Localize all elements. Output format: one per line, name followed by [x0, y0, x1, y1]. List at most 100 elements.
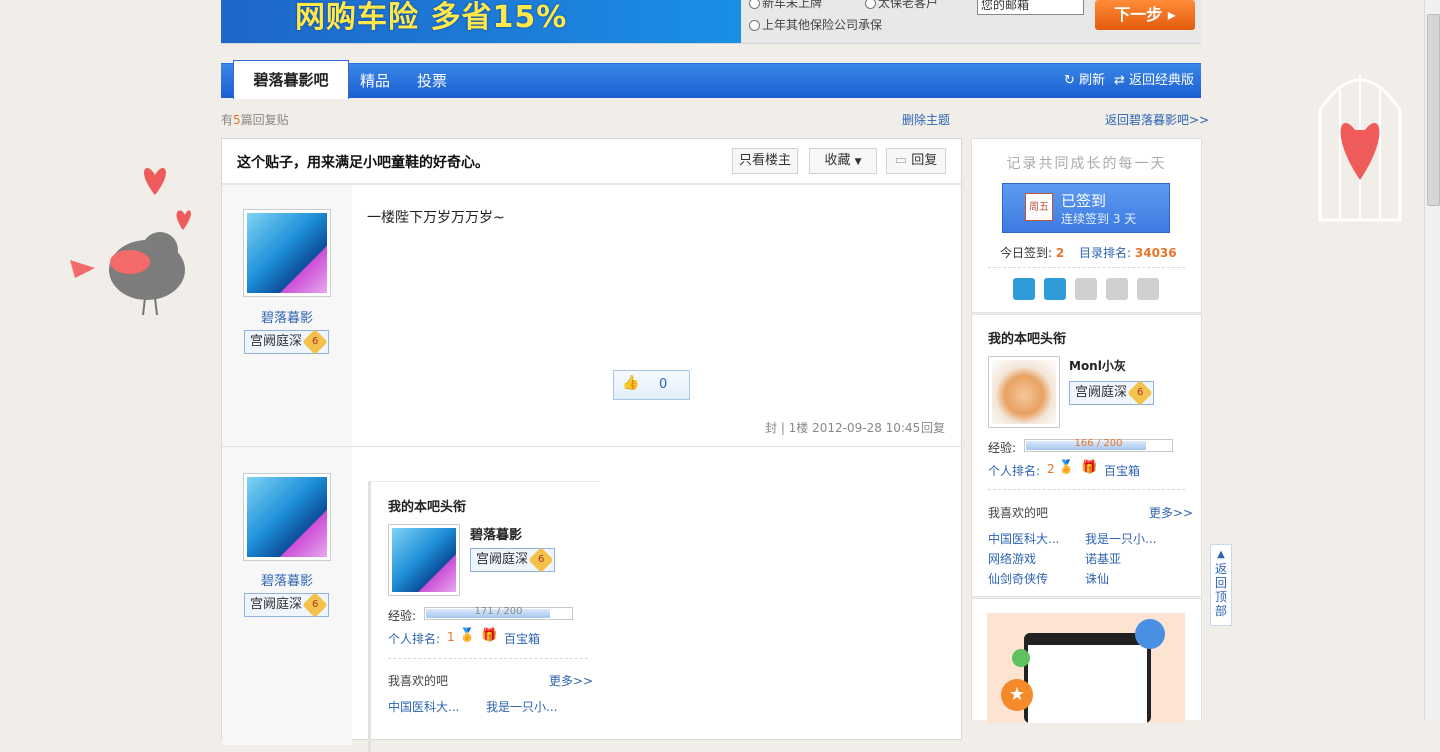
liked-forum-link[interactable]: 诛仙	[1085, 570, 1109, 587]
banner-next-button[interactable]: 下一步 ▸	[1095, 0, 1195, 30]
star-app-icon[interactable]	[1106, 278, 1128, 300]
classic-version-button[interactable]: ⇄ 返回经典版	[1114, 64, 1194, 98]
arrow-up-icon: ▲	[1217, 549, 1225, 560]
thumbs-up-icon: 👍	[622, 375, 640, 391]
level-badge-icon: 6	[302, 591, 328, 618]
thread-title: 这个贴子，用来满足小吧童鞋的好奇心。	[237, 155, 489, 171]
post-meta: 封 | 1楼 2012-09-28 10:45	[765, 421, 921, 435]
exp-label: 经验:	[988, 441, 1017, 455]
tab-featured[interactable]: 精品	[360, 64, 390, 98]
blog-app-icon[interactable]	[1075, 278, 1097, 300]
thread-title-bar: 这个贴子，用来满足小吧童鞋的好奇心。 只看楼主 收藏 ▼ ▭ 回复	[222, 139, 961, 185]
title-badge[interactable]: 宫阙庭深 6	[470, 546, 555, 573]
app-promo-image: ★	[987, 613, 1185, 723]
tab-forum-home[interactable]: 碧落暮影吧	[233, 60, 349, 99]
liked-forum-link[interactable]: 中国医科大...	[388, 698, 459, 715]
today-signin: 今日签到: 2	[1000, 246, 1065, 260]
title-badge[interactable]: 宫阙庭深 6	[1069, 379, 1154, 406]
swap-icon: ⇄	[1114, 73, 1130, 88]
gift-icon: 🎁	[481, 628, 498, 643]
divider	[388, 658, 588, 659]
author-name[interactable]: 碧落暮影	[222, 307, 352, 326]
floor-divider	[222, 446, 961, 447]
liked-forum-link[interactable]: 中国医科大...	[988, 530, 1059, 547]
liked-forum-link[interactable]: 网络游戏	[988, 550, 1036, 567]
tab-vote[interactable]: 投票	[417, 64, 447, 98]
title-badge[interactable]: 宫阙庭深 6	[244, 591, 329, 618]
level-badge-icon: 6	[528, 546, 554, 573]
birdcage-decoration	[1318, 75, 1402, 222]
speech-bubble-icon: ▭	[894, 153, 912, 168]
level-badge-icon: 6	[302, 328, 328, 355]
star-icon: ★	[1001, 679, 1033, 711]
exp-text: 171 / 200	[474, 606, 523, 617]
liked-forum-link[interactable]: 我是一只小...	[1085, 530, 1156, 547]
treasure-link[interactable]: 百宝箱	[504, 630, 540, 647]
liked-forum-link[interactable]: 诺基亚	[1085, 550, 1121, 567]
avatar[interactable]	[243, 473, 331, 561]
avatar[interactable]	[243, 209, 331, 297]
card-heading: 我的本吧头衔	[388, 500, 467, 515]
thread-main: 这个贴子，用来满足小吧童鞋的好奇心。 只看楼主 收藏 ▼ ▭ 回复 碧落暮影 宫…	[221, 138, 962, 752]
card-username[interactable]: 碧落暮影	[470, 524, 522, 543]
radio-icon	[749, 20, 760, 31]
banner-email-field[interactable]: 您的邮箱	[977, 0, 1084, 15]
banner-promo-area[interactable]: 网购车险 多省15%	[221, 0, 741, 43]
signin-button[interactable]: 周五 已签到 连续签到 3 天	[1002, 183, 1170, 233]
sync-app-icon[interactable]	[1044, 278, 1066, 300]
scrollbar-thumb[interactable]	[1427, 14, 1440, 206]
liked-heading: 我喜欢的吧	[388, 674, 449, 688]
chevron-down-icon: ▼	[854, 157, 862, 167]
avatar[interactable]	[988, 356, 1060, 428]
reply-count-text: 有5篇回复贴	[221, 113, 289, 127]
sidebar-username[interactable]: Monl小灰	[1069, 357, 1126, 374]
liked-forum-link[interactable]: 我是一只小...	[486, 698, 557, 715]
banner-options: 新车未上牌 太保老客户 上年其他保险公司承保	[749, 0, 969, 43]
divider	[988, 267, 1185, 268]
more-link[interactable]: 更多>>	[1149, 504, 1193, 521]
only-op-button[interactable]: 只看楼主	[732, 148, 798, 174]
refresh-button[interactable]: ↻ 刷新	[1064, 64, 1105, 98]
avatar[interactable]	[388, 524, 460, 596]
butterfly-avatar-image	[247, 477, 327, 557]
back-to-top-button[interactable]: ▲ 返回顶部	[1210, 544, 1232, 626]
back-to-forum-link[interactable]: 返回碧落暮影吧>>	[1105, 111, 1209, 128]
author-name[interactable]: 碧落暮影	[222, 570, 352, 589]
rank-label: 个人排名:	[388, 632, 441, 646]
exp-label: 经验:	[388, 609, 417, 623]
floor-reply-link[interactable]: 回复	[921, 419, 945, 436]
banner-promo-text: 网购车险 多省15%	[295, 0, 568, 35]
rank-label: 个人排名:	[988, 464, 1041, 478]
treasure-link[interactable]: 百宝箱	[1104, 462, 1140, 479]
app-promo-panel[interactable]: ★	[971, 598, 1202, 723]
page-scrollbar[interactable]	[1424, 0, 1440, 719]
medal-icon: 🏅	[1058, 460, 1075, 475]
radio-icon	[749, 0, 760, 9]
title-badge[interactable]: 宫阙庭深 6	[244, 328, 329, 355]
upload-app-icon[interactable]	[1137, 278, 1159, 300]
forum-nav-bar: 碧落暮影吧 精品 投票 ↻ 刷新 ⇄ 返回经典版	[221, 60, 1201, 99]
signin-streak: 连续签到 3 天	[1061, 212, 1137, 226]
directory-rank: 目录排名: 34036	[1079, 246, 1177, 260]
collect-button[interactable]: 收藏 ▼	[809, 148, 877, 174]
more-link[interactable]: 更多>>	[549, 672, 593, 689]
butterfly-avatar-image	[392, 528, 456, 592]
medal-icon: 🏅	[459, 628, 476, 643]
share-app-icon[interactable]	[1013, 278, 1035, 300]
rank-value: 2	[1047, 462, 1055, 476]
radio-icon	[865, 0, 876, 9]
liked-forum-link[interactable]: 仙剑奇侠传	[988, 570, 1048, 587]
chat-icon	[1012, 649, 1030, 667]
delete-topic-link[interactable]: 删除主题	[902, 111, 950, 128]
gift-icon: 🎁	[1081, 460, 1098, 475]
user-icon	[1135, 619, 1165, 649]
banner-option-old-customer[interactable]: 太保老客户	[865, 0, 938, 11]
banner-option-other-insurer[interactable]: 上年其他保险公司承保	[749, 16, 882, 33]
signed-status: 已签到	[1061, 192, 1107, 210]
insurance-banner-ad[interactable]: 网购车险 多省15% 新车未上牌 太保老客户 上年其他保险公司承保 您的邮箱 下…	[221, 0, 1201, 44]
like-button[interactable]: 👍 0	[613, 370, 690, 400]
liked-heading: 我喜欢的吧	[988, 506, 1049, 520]
banner-option-new-car[interactable]: 新车未上牌	[749, 0, 822, 11]
reply-button[interactable]: ▭ 回复	[886, 148, 946, 174]
divider	[988, 489, 1185, 490]
